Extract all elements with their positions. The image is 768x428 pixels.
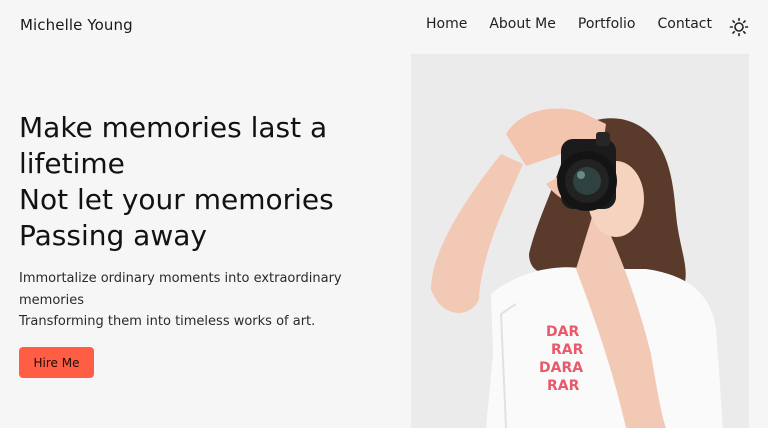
theme-toggle-button[interactable] — [729, 17, 749, 37]
nav-home[interactable]: Home — [426, 16, 467, 32]
svg-text:RAR: RAR — [547, 378, 580, 394]
nav-about-me[interactable]: About Me — [489, 16, 556, 32]
woman-with-camera-photo: DAR RAR DARA RAR — [411, 54, 749, 428]
brand-name[interactable]: Michelle Young — [20, 16, 133, 34]
hero-photo: DAR RAR DARA RAR — [411, 54, 749, 428]
main-nav: Home About Me Portfolio Contact — [426, 16, 734, 32]
hero-subtitle: Immortalize ordinary moments into extrao… — [19, 268, 379, 333]
hero-title-line: Make memories last a — [19, 111, 328, 144]
page: Michelle Young Home About Me Portfolio C… — [0, 0, 768, 428]
nav-contact[interactable]: Contact — [657, 16, 711, 32]
hero-title-line: Passing away — [19, 219, 207, 252]
svg-text:RAR: RAR — [551, 342, 584, 358]
hero-title-line: Not let your memories — [19, 183, 334, 216]
hero-subtitle-line: Immortalize ordinary moments into extrao… — [19, 271, 342, 286]
hero-subtitle-line: memories — [19, 292, 85, 308]
hero-subtitle-line: Transforming them into timeless works of… — [19, 314, 316, 329]
hero-title: Make memories last a lifetime Not let yo… — [19, 110, 399, 254]
site-header: Michelle Young Home About Me Portfolio C… — [0, 0, 768, 54]
svg-text:DARA: DARA — [539, 360, 583, 376]
nav-portfolio[interactable]: Portfolio — [578, 16, 636, 32]
hero-title-line: lifetime — [19, 147, 125, 180]
sun-icon — [729, 17, 749, 37]
svg-text:DAR: DAR — [546, 324, 579, 340]
hire-me-button[interactable]: Hire Me — [19, 347, 94, 378]
